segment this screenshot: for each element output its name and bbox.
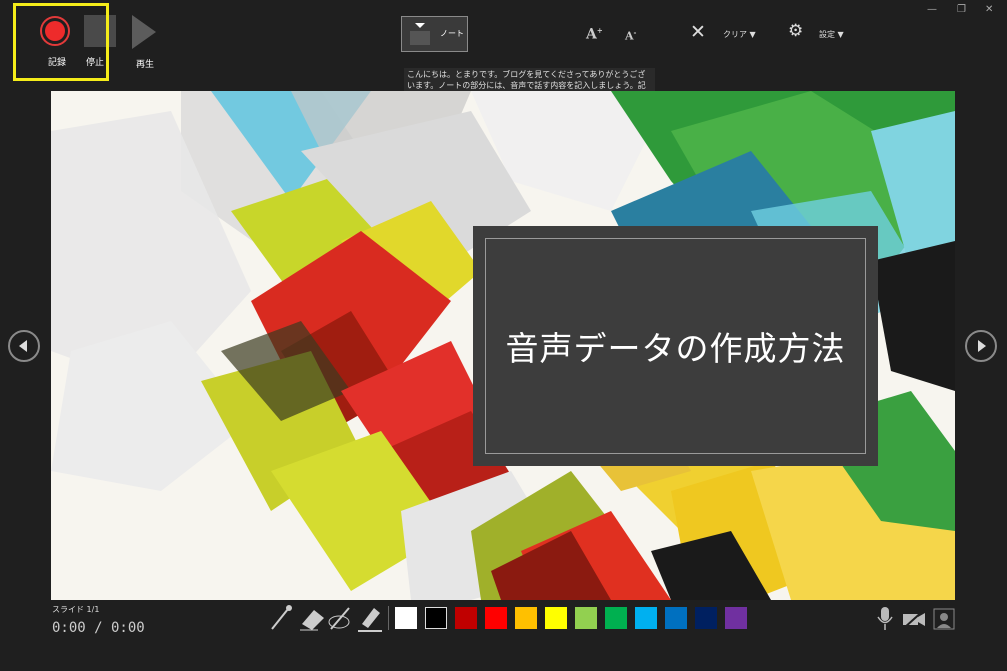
play-icon <box>132 15 156 49</box>
clear-icon: ✕ <box>690 21 706 43</box>
color-swatch[interactable] <box>455 607 477 629</box>
pen-icon[interactable] <box>268 604 294 632</box>
color-swatch[interactable] <box>425 607 447 629</box>
color-swatch[interactable] <box>545 607 567 629</box>
color-swatch[interactable] <box>485 607 507 629</box>
notes-icon <box>410 23 430 45</box>
separator <box>388 606 389 630</box>
play-label: 再生 <box>135 60 154 70</box>
settings-label: 設定 ▼ <box>819 30 844 39</box>
font-increase-icon[interactable]: A+ <box>586 26 603 43</box>
close-window-button[interactable]: ✕ <box>985 4 993 15</box>
clear-label: クリア ▼ <box>723 30 756 39</box>
color-swatch[interactable] <box>515 607 537 629</box>
color-swatch[interactable] <box>665 607 687 629</box>
settings-icon: ⚙ <box>788 21 804 41</box>
color-swatch[interactable] <box>605 607 627 629</box>
color-swatch[interactable] <box>635 607 657 629</box>
prev-slide-icon <box>19 340 27 352</box>
slide-counter: スライド 1/1 <box>52 605 100 614</box>
minimize-button[interactable]: — <box>927 4 937 15</box>
color-swatch[interactable] <box>695 607 717 629</box>
eraser-icon[interactable] <box>298 604 326 632</box>
record-highlight-box <box>13 3 109 81</box>
notes-button[interactable]: ノート <box>401 16 468 52</box>
play-button[interactable]: 再生 <box>132 15 158 70</box>
restore-button[interactable]: ❐ <box>957 4 966 15</box>
color-swatch[interactable] <box>395 607 417 629</box>
highlighter-icon[interactable] <box>356 604 384 632</box>
next-slide-icon <box>978 340 986 352</box>
slide-title: 音声データの作成方法 <box>505 329 846 368</box>
color-swatch[interactable] <box>725 607 747 629</box>
recording-time: 0:00 / 0:00 <box>52 620 145 636</box>
laser-pointer-icon[interactable] <box>327 604 355 632</box>
font-decrease-icon[interactable]: A- <box>625 28 636 43</box>
color-swatch[interactable] <box>575 607 597 629</box>
notes-label: ノート <box>440 29 464 38</box>
camera-preview-icon[interactable] <box>933 608 955 630</box>
next-slide-button[interactable] <box>965 330 997 362</box>
camera-icon[interactable] <box>902 608 926 630</box>
prev-slide-button[interactable] <box>8 330 40 362</box>
title-placeholder[interactable]: 音声データの作成方法 <box>473 226 878 466</box>
microphone-icon[interactable] <box>876 606 894 632</box>
